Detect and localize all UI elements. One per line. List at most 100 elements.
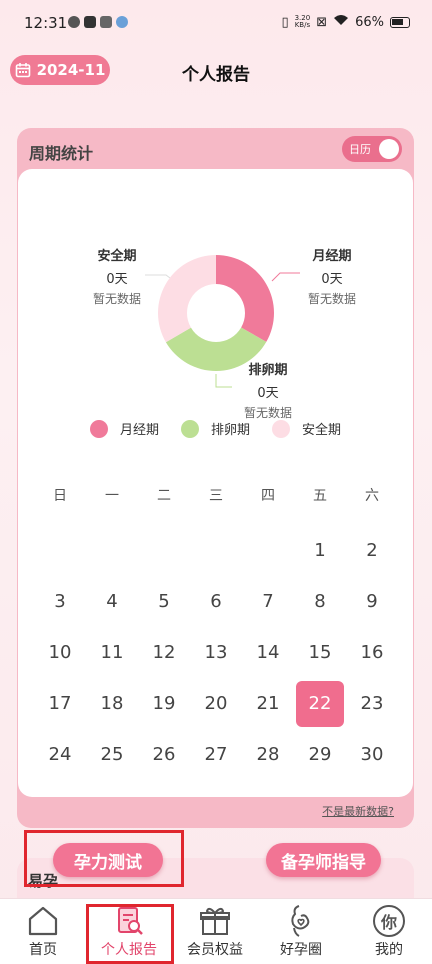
legend-label: 排卵期 (210, 423, 250, 438)
legend-label: 月经期 (119, 423, 159, 438)
calendar-day[interactable]: 14 (242, 627, 294, 678)
calendar-day[interactable]: 11 (86, 627, 138, 678)
calendar-day[interactable]: 16 (346, 627, 398, 678)
donut-segment-ovulation (165, 327, 267, 371)
calendar-day[interactable]: 7 (242, 576, 294, 627)
calendar-day-number: 26 (152, 744, 176, 765)
tab-label: 会员权益 (187, 942, 243, 958)
me-icon-text: 你 (380, 913, 397, 932)
calendar-day[interactable]: 18 (86, 678, 138, 729)
calendar-day[interactable]: 15 (294, 627, 346, 678)
tab-label: 好孕圈 (280, 942, 322, 958)
calendar-day[interactable]: 20 (190, 678, 242, 729)
network-speed: 3.20 KB/s (295, 15, 311, 29)
calendar-day[interactable]: 27 (190, 729, 242, 780)
app-notification-icon (68, 16, 80, 28)
calendar-day-empty (34, 525, 86, 576)
donut-segment-menstrual (216, 255, 274, 342)
calendar-day-number: 11 (100, 642, 124, 663)
calendar-day[interactable]: 30 (346, 729, 398, 780)
calendar-grid: 1 2 3 4 5 6 7 8 9 10 11 12 13 14 15 16 17 18 19 20 21 22 23 24 2… (34, 525, 398, 780)
calendar-day-number: 14 (256, 642, 280, 663)
close-box-icon: ⊠ (316, 14, 328, 30)
status-right: ▯ 3.20 KB/s ⊠ 66% (281, 14, 410, 30)
calendar-day-number: 9 (366, 591, 378, 612)
calendar-day-number: 27 (204, 744, 228, 765)
tab-home[interactable]: 首页 (0, 903, 86, 959)
status-bar: 12:31 ▯ 3.20 KB/s ⊠ 66% (0, 0, 432, 50)
legend-safe-dot (272, 419, 290, 438)
calendar-day[interactable]: 13 (190, 627, 242, 678)
calendar-day-number: 20 (204, 693, 228, 714)
calendar-day[interactable]: 17 (34, 678, 86, 729)
tab-membership[interactable]: 会员权益 (172, 903, 258, 959)
calendar-day[interactable]: 19 (138, 678, 190, 729)
cycle-donut-chart (158, 255, 274, 371)
bottom-tab-bar: 首页 个人报告 会员权益 好孕圈 你 我的 (0, 898, 432, 964)
calendar-day-number: 5 (158, 591, 170, 612)
pregnancy-icon (258, 903, 344, 939)
calendar-day-number: 15 (308, 642, 332, 663)
tab-pregnancy-circle[interactable]: 好孕圈 (258, 903, 344, 959)
cycle-stats-title: 周期统计 (29, 144, 94, 163)
calendar-day[interactable]: 4 (86, 576, 138, 627)
cycle-panel: 安全期 0天 暂无数据 月经期 0天 暂无数据 排卵期 0天 暂无数据 月经期 (18, 169, 413, 797)
calendar-day[interactable]: 3 (34, 576, 86, 627)
calendar-day-empty (190, 525, 242, 576)
donut-segment-safe (158, 255, 216, 343)
notification-icons (68, 16, 128, 28)
calendar-day[interactable]: 28 (242, 729, 294, 780)
calendar-day[interactable]: 21 (242, 678, 294, 729)
weekday: 二 (157, 488, 171, 504)
toggle-knob (379, 139, 399, 159)
gift-icon (172, 903, 258, 939)
calendar-day-today[interactable]: 22 (294, 678, 346, 729)
calendar-day[interactable]: 5 (138, 576, 190, 627)
calendar-day-number: 21 (256, 693, 280, 714)
legend-item: 安全期 (272, 419, 341, 438)
calendar-day-number: 10 (48, 642, 72, 663)
calendar-day-number: 16 (360, 642, 384, 663)
weekday: 五 (313, 488, 327, 504)
calendar-day-number: 29 (308, 744, 332, 765)
tab-label: 我的 (375, 942, 403, 958)
calendar-day-empty (138, 525, 190, 576)
report-tab-highlight (86, 904, 174, 964)
legend-ovulation-dot (180, 419, 199, 438)
calendar-toggle[interactable]: 日历 (342, 136, 402, 162)
calendar-day[interactable]: 25 (86, 729, 138, 780)
tab-me[interactable]: 你 我的 (346, 903, 432, 959)
calendar-day[interactable]: 26 (138, 729, 190, 780)
calendar-day[interactable]: 24 (34, 729, 86, 780)
calendar-day[interactable]: 6 (190, 576, 242, 627)
weekday: 六 (365, 488, 379, 504)
battery-icon (390, 16, 410, 28)
speed-unit: KB/s (294, 21, 311, 29)
calendar-weekday-header: 日 一 二 三 四 五 六 (34, 485, 398, 505)
weekday: 四 (261, 488, 275, 504)
calendar-day-number: 6 (210, 591, 222, 612)
coach-guide-button[interactable]: 备孕师指导 (266, 843, 381, 877)
calendar-day[interactable]: 23 (346, 678, 398, 729)
not-latest-data-link[interactable]: 不是最新数据? (322, 803, 394, 819)
calendar-toggle-label: 日历 (349, 143, 371, 156)
calendar-day-number: 12 (152, 642, 176, 663)
calendar-day[interactable]: 12 (138, 627, 190, 678)
calendar-day-number: 3 (54, 591, 66, 612)
status-time: 12:31 (24, 14, 68, 32)
calendar-day[interactable]: 10 (34, 627, 86, 678)
calendar-day[interactable]: 9 (346, 576, 398, 627)
calendar-day-number: 2 (366, 540, 378, 561)
calendar-day-empty (86, 525, 138, 576)
calendar-day[interactable]: 2 (346, 525, 398, 576)
calendar-day-number: 8 (314, 591, 326, 612)
calendar-day[interactable]: 1 (294, 525, 346, 576)
cycle-stats-card: 周期统计 日历 安全期 0天 暂无数据 月经期 0天 暂无数据 排卵期 0天 暂… (17, 128, 414, 828)
legend-item: 排卵期 (180, 419, 250, 438)
calendar-day[interactable]: 8 (294, 576, 346, 627)
app-notification-icon (116, 16, 128, 28)
app-notification-icon (100, 16, 112, 28)
calendar-day[interactable]: 29 (294, 729, 346, 780)
legend-label: 安全期 (302, 423, 342, 438)
calendar-day-number: 25 (100, 744, 124, 765)
